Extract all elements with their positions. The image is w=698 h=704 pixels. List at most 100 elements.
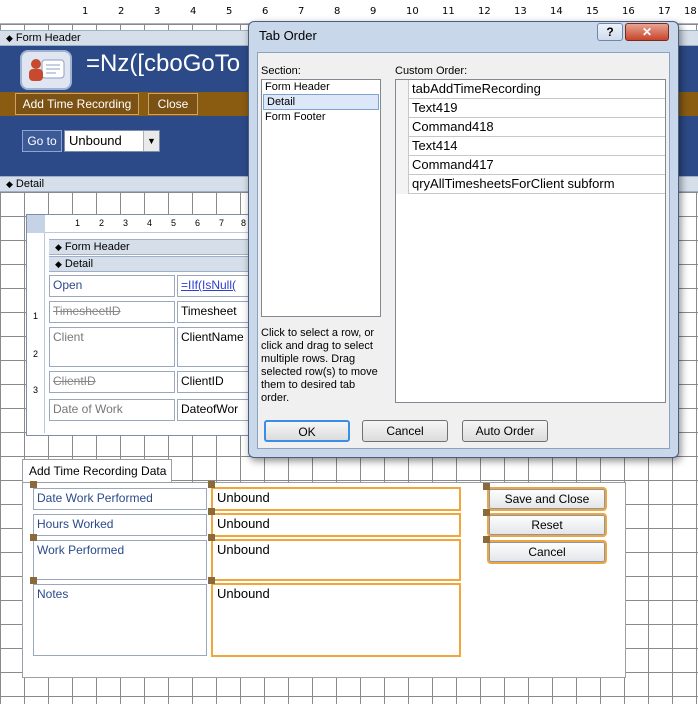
client-label[interactable]: Client (49, 327, 175, 367)
order-row[interactable]: Text414 (396, 137, 665, 156)
help-icon[interactable]: ? (597, 23, 623, 41)
hours-worked-textbox[interactable]: Unbound (211, 513, 461, 537)
ruler-tick: 13 (514, 6, 527, 17)
order-row[interactable]: Command417 (396, 156, 665, 175)
ruler-tick: 7 (298, 6, 305, 17)
notes-label[interactable]: Notes (33, 584, 207, 656)
resize-handle[interactable] (483, 483, 490, 490)
tab-order-dialog[interactable]: Tab Order ? ✕ Section: Form Header Detai… (248, 21, 679, 458)
ruler-tick: 17 (658, 6, 671, 17)
cancel-button[interactable]: Cancel (362, 420, 448, 442)
ruler-tick: 14 (550, 6, 563, 17)
section-item-detail[interactable]: Detail (263, 94, 379, 110)
resize-handle[interactable] (208, 508, 215, 515)
work-performed-textbox[interactable]: Unbound (211, 539, 461, 581)
instructions-text: Click to select a row, or click and drag… (261, 327, 378, 404)
ruler-tick: 9 (370, 6, 377, 17)
resize-handle[interactable] (30, 481, 37, 488)
timesheetid-field[interactable]: Timesheet (177, 301, 249, 323)
logo-box[interactable] (20, 50, 72, 90)
ruler-tick: 3 (33, 385, 39, 395)
section-item-form-header[interactable]: Form Header (262, 80, 380, 94)
order-row[interactable]: Command418 (396, 118, 665, 137)
dialog-body: Section: Form Header Detail Form Footer … (257, 52, 670, 449)
goto-combo[interactable]: Unbound ▼ (64, 130, 160, 152)
dialog-title: Tab Order (259, 28, 317, 43)
section-label: Section: (261, 65, 301, 77)
ruler-tick: 11 (442, 6, 455, 17)
ruler-tick: 4 (190, 6, 197, 17)
close-button[interactable]: Close (148, 93, 198, 115)
client-field[interactable]: ClientName (177, 327, 249, 367)
clientid-field[interactable]: ClientID (177, 371, 249, 393)
ruler-tick: 12 (478, 6, 491, 17)
ruler-tick: 4 (147, 218, 153, 228)
ruler-tick: 15 (586, 6, 599, 17)
ruler-tick: 8 (241, 218, 247, 228)
collapse-arrow-icon: ◆ (6, 179, 13, 189)
date-of-work-field[interactable]: DateofWor (177, 399, 249, 421)
reset-button[interactable]: Reset (487, 513, 607, 537)
ruler-tick: 7 (219, 218, 225, 228)
resize-handle[interactable] (208, 481, 215, 488)
open-field[interactable]: =IIf(IsNull( (177, 275, 249, 297)
title-expression[interactable]: =Nz([cboGoTo (86, 50, 240, 78)
resize-handle[interactable] (208, 577, 215, 584)
cancel-form-button[interactable]: Cancel (487, 540, 607, 564)
date-of-work-label[interactable]: Date of Work (49, 399, 175, 421)
ruler-tick: 1 (75, 218, 81, 228)
order-row[interactable]: qryAllTimesheetsForClient subform (396, 175, 665, 194)
ruler-tick: 3 (123, 218, 129, 228)
contact-card-icon (29, 59, 65, 81)
order-row[interactable]: tabAddTimeRecording (396, 80, 665, 99)
ruler-tick: 2 (99, 218, 105, 228)
resize-handle[interactable] (483, 509, 490, 516)
ok-button[interactable]: OK (264, 420, 350, 442)
ruler-tick: 10 (406, 6, 419, 17)
hours-worked-label[interactable]: Hours Worked (33, 514, 207, 536)
chevron-down-icon[interactable]: ▼ (143, 131, 159, 151)
ruler-tick: 5 (171, 218, 177, 228)
ruler-tick: 1 (33, 311, 39, 321)
resize-handle[interactable] (30, 577, 37, 584)
save-and-close-button[interactable]: Save and Close (487, 487, 607, 511)
ruler-tick: 6 (195, 218, 201, 228)
goto-label: Go to (22, 130, 62, 152)
custom-order-label: Custom Order: (395, 65, 468, 77)
ruler-tick: 18 (684, 6, 697, 17)
ruler-tick: 16 (622, 6, 635, 17)
order-row[interactable]: Text419 (396, 99, 665, 118)
ruler-tick: 8 (334, 6, 341, 17)
ruler-tick: 6 (262, 6, 269, 17)
add-time-recording-button[interactable]: Add Time Recording (15, 93, 139, 115)
clientid-label[interactable]: ClientID (49, 371, 175, 393)
ruler-tick: 1 (82, 6, 89, 17)
resize-handle[interactable] (483, 536, 490, 543)
ruler-tick: 5 (226, 6, 233, 17)
ruler-tick: 3 (154, 6, 161, 17)
ruler-tick: 2 (118, 6, 125, 17)
custom-order-list[interactable]: tabAddTimeRecording Text419 Command418 T… (395, 79, 666, 403)
subform-ruler: 1 2 3 4 5 6 7 8 (27, 215, 249, 233)
section-item-form-footer[interactable]: Form Footer (262, 110, 380, 124)
date-work-performed-textbox[interactable]: Unbound (211, 487, 461, 511)
collapse-arrow-icon: ◆ (6, 33, 13, 43)
section-listbox[interactable]: Form Header Detail Form Footer (261, 79, 381, 317)
resize-handle[interactable] (208, 534, 215, 541)
goto-combo-value: Unbound (69, 133, 122, 148)
date-work-performed-label[interactable]: Date Work Performed (33, 488, 207, 510)
subform-side-ruler: 1 2 3 (27, 233, 45, 433)
tab-add-time-recording[interactable]: Add Time Recording Data (22, 459, 172, 483)
timesheetid-label[interactable]: TimesheetID (49, 301, 175, 323)
subform-header-band[interactable]: ◆ Form Header (49, 239, 249, 255)
subform-detail-band[interactable]: ◆ Detail (49, 256, 249, 272)
timesheets-subform[interactable]: 1 2 3 4 5 6 7 8 1 2 3 ◆ Form Header ◆ Deta… (26, 214, 250, 436)
ruler-tick: 2 (33, 349, 39, 359)
subform-selector[interactable] (27, 215, 45, 233)
resize-handle[interactable] (30, 534, 37, 541)
notes-textbox[interactable]: Unbound (211, 583, 461, 657)
work-performed-label[interactable]: Work Performed (33, 540, 207, 580)
auto-order-button[interactable]: Auto Order (462, 420, 548, 442)
open-label[interactable]: Open (49, 275, 175, 297)
close-icon[interactable]: ✕ (625, 23, 669, 41)
